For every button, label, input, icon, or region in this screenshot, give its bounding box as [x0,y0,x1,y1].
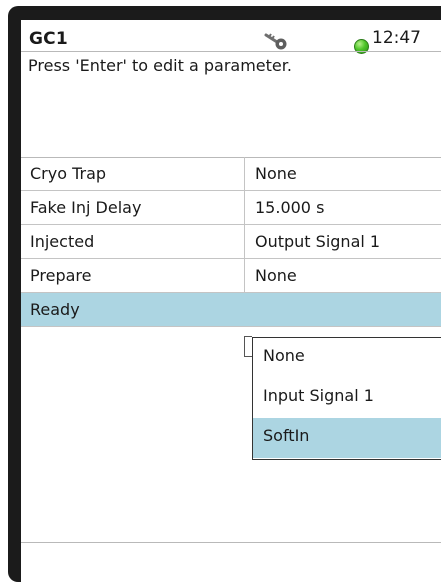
page-title: GC1 [29,29,68,49]
display-screen: GC1 12:47 Press 'Enter' to edit a parame… [21,20,441,587]
parameter-value: Output Signal 1 [255,232,381,251]
column-divider [244,259,245,293]
dropdown-option-highlighted[interactable]: SoftIn [253,418,441,458]
parameter-name: Cryo Trap [30,164,107,183]
parameter-value: 15.000 s [255,198,325,217]
instruction-text: Press 'Enter' to edit a parameter. [28,56,292,75]
clock-time: 12:47 [372,28,421,48]
parameter-name: Injected [30,232,95,251]
table-row-selected[interactable]: Ready [21,293,441,327]
dropdown-option[interactable]: None [253,338,441,378]
device-bezel: GC1 12:47 Press 'Enter' to edit a parame… [8,6,441,587]
key-icon [263,32,295,52]
header-bar: GC1 12:47 [21,20,441,54]
value-editor-field[interactable] [244,336,252,357]
table-row[interactable]: Fake Inj Delay 15.000 s [21,191,441,225]
footer-divider [21,542,441,543]
column-divider [244,191,245,225]
value-dropdown-list[interactable]: None Input Signal 1 SoftIn [252,337,441,460]
parameter-name: Fake Inj Delay [30,198,142,217]
message-area: Press 'Enter' to edit a parameter. [21,51,441,158]
column-divider [244,225,245,259]
parameter-name: Prepare [30,266,92,285]
table-row[interactable]: Cryo Trap None [21,157,441,191]
table-row[interactable]: Prepare None [21,259,441,293]
dropdown-option[interactable]: Input Signal 1 [253,378,441,418]
parameter-name: Ready [30,300,80,319]
table-row[interactable]: Injected Output Signal 1 [21,225,441,259]
column-divider [244,157,245,191]
parameter-value: None [255,164,297,183]
parameter-value: None [255,266,297,285]
